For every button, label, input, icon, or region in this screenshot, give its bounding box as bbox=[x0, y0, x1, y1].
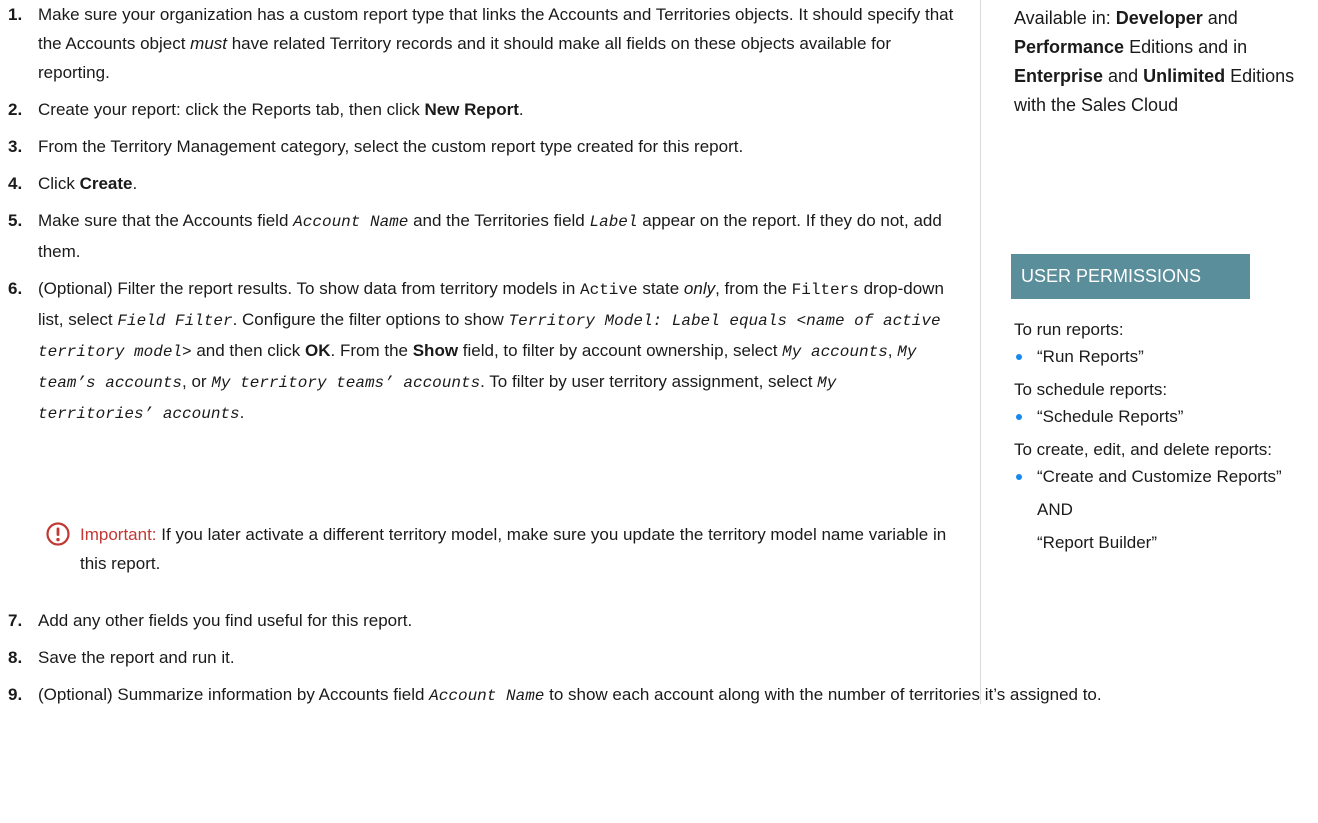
permission-group-title: To schedule reports: bbox=[1014, 380, 1168, 399]
permission-item: “Create and Customize Reports” bbox=[1014, 463, 1304, 490]
permission-extra: AND bbox=[1037, 500, 1073, 519]
text-run: field, to filter by account ownership, s… bbox=[458, 341, 783, 360]
permission-item: “Run Reports” bbox=[1014, 343, 1304, 370]
step-number: 8. bbox=[8, 648, 23, 667]
step-number: 2. bbox=[8, 100, 23, 119]
editions-availability: Available in: Developer and Performance … bbox=[1014, 4, 1314, 120]
step-item: 2. Create your report: click the Reports … bbox=[8, 95, 956, 124]
sidebar: Available in: Developer and Performance … bbox=[980, 0, 1311, 704]
text-run: From the Territory Management category, … bbox=[38, 137, 744, 156]
step-number: 7. bbox=[8, 611, 23, 630]
important-lead: Important: bbox=[80, 525, 157, 544]
text-run: and bbox=[1202, 8, 1238, 28]
text-run: Add any other fields you find useful for… bbox=[38, 611, 413, 630]
text-run: Active bbox=[580, 281, 638, 299]
text-run: Performance bbox=[1014, 37, 1125, 57]
permission-item: “Schedule Reports” bbox=[1014, 403, 1304, 430]
important-body: If you later activate a different territ… bbox=[80, 525, 947, 573]
permission-name: “Create and Customize Reports” bbox=[1037, 467, 1282, 486]
text-run: and the Territories field bbox=[408, 211, 590, 230]
text-run: state bbox=[637, 279, 684, 298]
step-item: 4. Click Create. bbox=[8, 169, 956, 198]
permission-group-title: To run reports: bbox=[1014, 320, 1124, 339]
text-run: , bbox=[887, 341, 898, 360]
step-text: (Optional) Summarize information by Acco… bbox=[38, 685, 1102, 705]
permission-name: “Schedule Reports” bbox=[1037, 407, 1184, 426]
text-run: New Report bbox=[424, 100, 519, 119]
step-text: Click Create. bbox=[38, 174, 137, 193]
step-item: 6. (Optional) Filter the report results. … bbox=[8, 274, 956, 429]
step-text: (Optional) Filter the report results. To… bbox=[38, 279, 944, 423]
text-run: Field Filter bbox=[117, 312, 233, 330]
text-run: , from the bbox=[715, 279, 792, 298]
text-run: and then click bbox=[191, 341, 306, 360]
permission-group-title: To create, edit, and delete reports: bbox=[1014, 440, 1272, 459]
text-run: and bbox=[1103, 66, 1144, 86]
step-item: 1. Make sure your organization has a cust… bbox=[8, 0, 956, 87]
text-run: Enterprise bbox=[1014, 66, 1104, 86]
text-run: Label bbox=[589, 213, 638, 231]
text-run: Developer bbox=[1115, 8, 1203, 28]
step-text: From the Territory Management category, … bbox=[38, 137, 743, 156]
text-run: Account Name bbox=[429, 687, 545, 705]
step-text: Add any other fields you find useful for… bbox=[38, 611, 412, 630]
text-run: Create your report: click the Reports ta… bbox=[38, 100, 425, 119]
text-run: . bbox=[518, 100, 524, 119]
step-text: Create your report: click the Reports ta… bbox=[38, 100, 524, 119]
text-run: Click bbox=[38, 174, 80, 193]
steps-group-1-6: 1. Make sure your organization has a cust… bbox=[8, 0, 956, 429]
text-run: Account Name bbox=[293, 213, 409, 231]
bullet-icon bbox=[1016, 474, 1022, 480]
text-run: Unlimited bbox=[1143, 66, 1226, 86]
text-run: My territory teams’ accounts bbox=[211, 374, 481, 392]
text-run: OK bbox=[305, 341, 331, 360]
step-number: 9. bbox=[8, 685, 23, 704]
text-run: (Optional) Filter the report results. To… bbox=[38, 279, 580, 298]
step-text: Make sure your organization has a custom… bbox=[38, 5, 953, 82]
text-run: Make sure that the Accounts field bbox=[38, 211, 294, 230]
text-run: Filters bbox=[791, 281, 859, 299]
step-text: Save the report and run it. bbox=[38, 648, 235, 667]
step-item: 3. From the Territory Management category… bbox=[8, 132, 956, 161]
permissions-list: To run reports: “Run Reports” To schedule … bbox=[1014, 310, 1304, 556]
text-run: Editions and in bbox=[1124, 37, 1248, 57]
text-run: . bbox=[132, 174, 138, 193]
step-text: Make sure that the Accounts field Accoun… bbox=[38, 211, 942, 261]
bullet-icon bbox=[1016, 354, 1022, 360]
text-run: Show bbox=[412, 341, 459, 360]
text-run: only bbox=[683, 279, 716, 298]
step-number: 3. bbox=[8, 137, 23, 156]
text-run: . To filter by user territory assignment… bbox=[480, 372, 818, 391]
important-text: Important: If you later activate a diffe… bbox=[80, 520, 950, 578]
text-run: must bbox=[190, 34, 227, 53]
important-icon bbox=[46, 522, 70, 546]
permission-name: “Run Reports” bbox=[1037, 347, 1144, 366]
text-run: My accounts bbox=[782, 343, 888, 361]
text-run: . Configure the filter options to show bbox=[232, 310, 509, 329]
text-run: , or bbox=[182, 372, 212, 391]
user-permissions-header: USER PERMISSIONS bbox=[1011, 254, 1250, 299]
step-item: 5. Make sure that the Accounts field Acco… bbox=[8, 206, 956, 266]
steps-list: 1. Make sure your organization has a cust… bbox=[8, 0, 956, 437]
text-run: Available in: bbox=[1014, 8, 1116, 28]
step-number: 4. bbox=[8, 174, 23, 193]
step-number: 6. bbox=[8, 279, 23, 298]
permission-extra: “Report Builder” bbox=[1037, 533, 1157, 552]
step-number: 5. bbox=[8, 211, 23, 230]
text-run: Save the report and run it. bbox=[38, 648, 235, 667]
text-run: . bbox=[239, 403, 245, 422]
text-run: Create bbox=[79, 174, 133, 193]
text-run: (Optional) Summarize information by Acco… bbox=[38, 685, 430, 704]
text-run: . From the bbox=[330, 341, 413, 360]
step-number: 1. bbox=[8, 5, 23, 24]
bullet-icon bbox=[1016, 414, 1022, 420]
